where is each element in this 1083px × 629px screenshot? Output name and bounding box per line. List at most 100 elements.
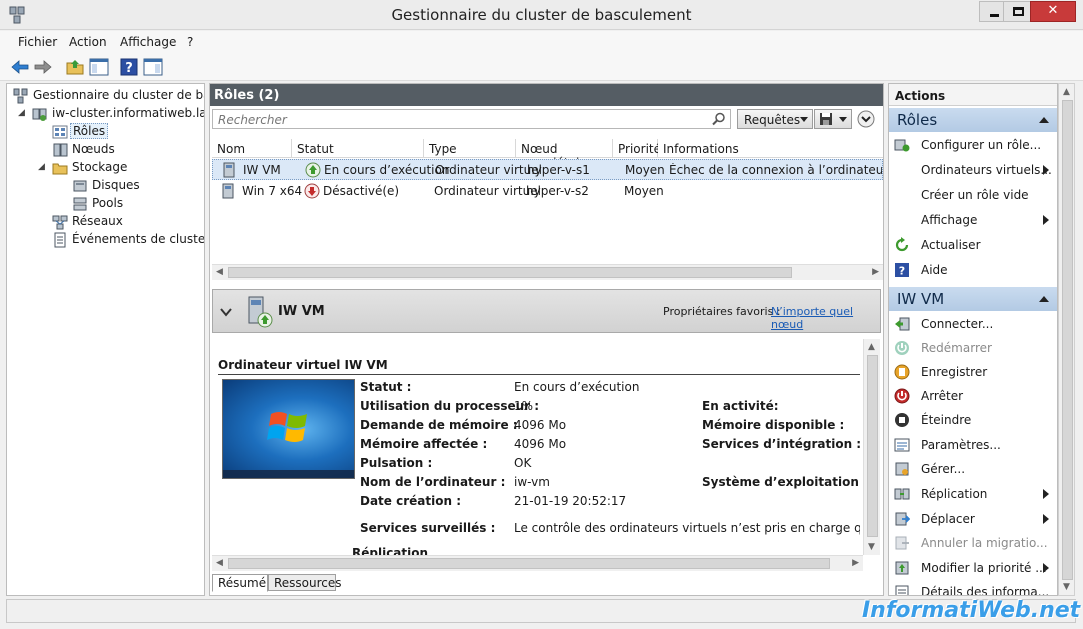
collapse-arrow-icon[interactable]: ◢	[38, 162, 45, 172]
collapse-chevron-icon[interactable]	[220, 307, 232, 317]
table-row[interactable]: IW VM En cours d’exécution Ordinateur vi…	[212, 159, 883, 180]
action-view[interactable]: Affichage	[889, 208, 1057, 232]
favorites-link[interactable]: N’importe quel nœud	[771, 305, 880, 331]
save-query-button[interactable]	[814, 109, 852, 129]
field-label: En activité:	[702, 399, 779, 413]
action-save[interactable]: Enregistrer	[889, 360, 1057, 384]
action-manage[interactable]: Gérer...	[889, 457, 1057, 481]
column-header-info[interactable]: Informations	[658, 139, 883, 158]
show-hide-actions-icon[interactable]	[143, 57, 163, 77]
scroll-left-icon[interactable]: ◀	[216, 267, 223, 277]
svg-text:?: ?	[125, 61, 133, 76]
action-refresh[interactable]: Actualiser	[889, 233, 1057, 257]
events-log-icon	[54, 232, 66, 248]
scroll-down-icon[interactable]: ▼	[868, 542, 875, 552]
scroll-thumb[interactable]	[228, 558, 830, 569]
action-create-empty-role[interactable]: Créer un rôle vide	[889, 183, 1057, 207]
action-help[interactable]: ? Aide	[889, 258, 1057, 282]
action-information-details[interactable]: Détails des informa...	[889, 580, 1057, 595]
scroll-thumb[interactable]	[1062, 100, 1073, 580]
actions-section-roles[interactable]: Rôles	[889, 108, 1057, 132]
action-turn-off[interactable]: Éteindre	[889, 408, 1057, 432]
roles-header: Rôles (2)	[210, 84, 883, 106]
help-icon[interactable]: ?	[119, 57, 139, 77]
roles-icon	[52, 125, 68, 139]
collapse-arrow-icon[interactable]: ◢	[18, 108, 25, 118]
collapse-panel-icon[interactable]	[857, 110, 875, 128]
scroll-down-icon[interactable]: ▼	[1063, 582, 1070, 592]
field-label: Nom de l’ordinateur :	[360, 475, 506, 489]
table-horizontal-scrollbar[interactable]: ◀ ▶	[212, 264, 883, 280]
queries-button[interactable]: Requêtes	[737, 109, 813, 129]
submenu-arrow-icon	[1043, 489, 1049, 499]
detail-vertical-scrollbar[interactable]: ▲ ▼	[863, 339, 880, 555]
tab-resources[interactable]: Ressources	[268, 574, 342, 591]
action-move[interactable]: Déplacer	[889, 507, 1057, 531]
svg-text:?: ?	[899, 265, 905, 278]
scroll-thumb[interactable]	[228, 267, 792, 278]
column-header-owner[interactable]: Nœud propriétaire	[516, 139, 613, 170]
column-header-status[interactable]: Statut	[292, 139, 424, 158]
field-value: 4096 Mo	[514, 418, 567, 432]
field-label: Utilisation du processeur :	[360, 399, 540, 413]
collapse-caret-icon	[1039, 296, 1049, 302]
field-label: Réplication	[352, 546, 429, 555]
scroll-left-icon[interactable]: ◀	[216, 558, 223, 568]
action-configure-role[interactable]: Configurer un rôle...	[889, 133, 1057, 157]
field-value: 21-01-19 20:52:17	[514, 494, 627, 508]
window-title: Gestionnaire du cluster de basculement	[391, 6, 692, 24]
close-button[interactable]: ✕	[1030, 1, 1076, 22]
column-header-name[interactable]: Nom	[212, 139, 292, 158]
table-row[interactable]: Win 7 x64 Désactivé(e) Ordinateur virtue…	[212, 181, 883, 202]
scroll-right-icon[interactable]: ▶	[872, 267, 879, 277]
scroll-thumb[interactable]	[867, 355, 878, 537]
action-label: Annuler la migratio...	[921, 536, 1048, 550]
chevron-down-icon	[800, 117, 808, 122]
forward-arrow-icon[interactable]	[33, 57, 53, 77]
configure-role-icon	[894, 139, 910, 152]
action-restart[interactable]: Redémarrer	[889, 336, 1057, 360]
field-value: En cours d’exécution	[514, 380, 640, 394]
actions-section-vm[interactable]: IW VM	[889, 287, 1057, 311]
row-owner: hyper-v-s1	[527, 163, 590, 177]
folder-up-icon[interactable]	[65, 57, 85, 77]
watermark-logo: InformatiWeb.net	[862, 598, 1081, 623]
action-label: Paramètres...	[921, 438, 1001, 452]
divider	[218, 374, 860, 375]
scroll-right-icon[interactable]: ▶	[852, 558, 859, 568]
search-input[interactable]: Rechercher	[212, 109, 731, 129]
menu-file[interactable]: Fichier	[18, 35, 57, 49]
action-connect[interactable]: Connecter...	[889, 312, 1057, 336]
column-header-type[interactable]: Type	[424, 139, 516, 158]
action-label: Connecter...	[921, 317, 994, 331]
row-type: Ordinateur virtuel	[434, 184, 541, 198]
vm-screen-thumbnail[interactable]	[222, 379, 355, 479]
detail-body: Ordinateur virtuel IW VM Statut : En cou…	[212, 339, 863, 555]
back-arrow-icon[interactable]	[10, 57, 30, 77]
action-cancel-migration[interactable]: Annuler la migratio...	[889, 531, 1057, 555]
tree-label-disks: Disques	[92, 178, 140, 192]
menu-view[interactable]: Affichage	[120, 35, 176, 49]
scroll-up-icon[interactable]: ▲	[1063, 87, 1070, 97]
action-virtual-machines[interactable]: Ordinateurs virtuels...	[889, 158, 1057, 182]
actions-vertical-scrollbar[interactable]: ▲ ▼	[1058, 83, 1075, 596]
menu-action[interactable]: Action	[69, 35, 107, 49]
scroll-up-icon[interactable]: ▲	[868, 342, 875, 352]
action-replication[interactable]: Réplication	[889, 482, 1057, 506]
menu-help[interactable]: ?	[187, 35, 193, 49]
action-change-priority[interactable]: Modifier la priorité ...	[889, 556, 1057, 580]
refresh-icon	[895, 237, 909, 252]
column-header-priority[interactable]: Priorité	[613, 139, 661, 158]
save-icon	[820, 113, 832, 125]
field-label: Mémoire affectée :	[360, 437, 488, 451]
search-icon[interactable]	[712, 112, 726, 126]
detail-horizontal-scrollbar[interactable]: ◀ ▶	[212, 555, 863, 571]
action-shutdown[interactable]: Arrêter	[889, 384, 1057, 408]
tab-summary[interactable]: Résumé	[212, 574, 268, 592]
maximize-button[interactable]	[1003, 1, 1033, 22]
show-hide-tree-icon[interactable]	[89, 57, 109, 77]
action-label: Redémarrer	[921, 341, 992, 355]
maximize-icon	[1013, 7, 1024, 16]
row-status: Désactivé(e)	[323, 184, 400, 198]
action-settings[interactable]: Paramètres...	[889, 433, 1057, 457]
